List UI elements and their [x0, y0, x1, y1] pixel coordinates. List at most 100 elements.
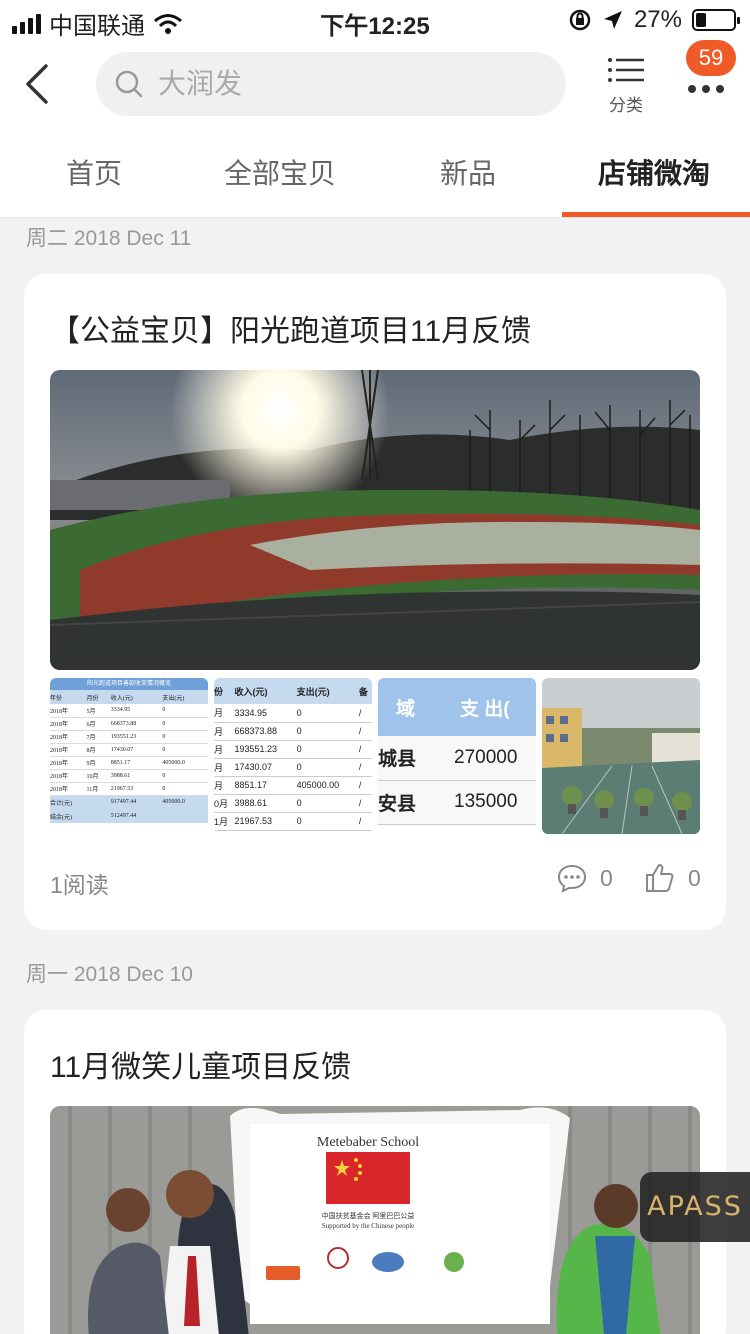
- like-count: 0: [688, 864, 701, 891]
- table-cell: 10月: [86, 774, 99, 780]
- table-cell: 21967.53: [234, 816, 273, 826]
- table-cell: 8851.17: [110, 759, 131, 766]
- post-card[interactable]: 11月微笑儿童项目反馈 Metebaber School 中国扶贫基金会 阿里巴…: [24, 1010, 726, 1334]
- category-button[interactable]: 分类: [596, 56, 656, 116]
- table-cell: 2018年: [50, 708, 69, 715]
- table-cell: 月: [214, 744, 224, 755]
- table-cell: 9月: [86, 761, 96, 767]
- like-button[interactable]: 0: [644, 862, 701, 894]
- table-title: 阳光跑道项目善款收支情况概览: [50, 678, 208, 690]
- search-box[interactable]: [96, 52, 566, 116]
- table-balance: 512497.44: [110, 813, 137, 819]
- table-cell: 17430.07: [234, 762, 273, 772]
- table-header: 备: [358, 686, 368, 697]
- apass-floating-button[interactable]: APASS: [640, 1172, 750, 1242]
- table-cell: 0: [162, 785, 166, 792]
- table-total-label: 合计(元): [50, 800, 72, 807]
- more-icon[interactable]: [680, 74, 732, 104]
- thumbnail-table-detail[interactable]: 份 收入(元) 支出(元) 备 月 3334.95 0/ 月 668373.88 0/ …: [214, 678, 372, 834]
- table-cell: 0: [296, 816, 302, 826]
- image-gallery: 阳光跑道项目善款收支情况概览 年份 月份 收入(元) 支出(元) 2018年 5月…: [50, 678, 700, 834]
- table-header: 域: [396, 698, 416, 720]
- table-header: 年份: [50, 695, 63, 702]
- comment-button[interactable]: 0: [556, 862, 613, 894]
- menu-list-icon: [608, 58, 644, 82]
- table-cell: 2018年: [50, 748, 69, 754]
- search-icon: [115, 70, 143, 98]
- table-cell: 0: [296, 762, 302, 772]
- battery-fill: [696, 13, 706, 27]
- thumbs-up-icon: [646, 864, 674, 892]
- back-icon[interactable]: [20, 62, 60, 106]
- table-balance-label: 结余(元): [50, 814, 72, 821]
- table-cell: 0: [162, 772, 166, 779]
- post-title[interactable]: 11月微笑儿童项目反馈: [50, 1042, 351, 1086]
- header: 分类 59: [0, 40, 750, 130]
- table-cell: 月: [214, 708, 224, 719]
- table-cell: 668373.88: [110, 720, 137, 727]
- donation-table: 年份 月份 收入(元) 支出(元) 2018年 5月 3334.95 0 2018年 6…: [50, 690, 208, 823]
- thumbnail-schoolyard-photo[interactable]: [542, 678, 700, 834]
- table-cell: /: [358, 816, 362, 826]
- table-cell: /: [358, 726, 362, 736]
- search-input[interactable]: [158, 68, 538, 100]
- table-cell: 8851.17: [234, 780, 268, 790]
- table-cell: 193551.23: [110, 733, 137, 740]
- table-cell: 2018年: [50, 787, 69, 793]
- post-cover-image[interactable]: Metebaber School 中国扶贫基金会 阿里巴巴公益 Supporte…: [50, 1106, 700, 1334]
- table-header: 月份: [86, 695, 99, 702]
- post-date: 周二 2018 Dec 11: [26, 227, 192, 250]
- banner-support: Supported by the Chinese people: [322, 1222, 415, 1230]
- read-count: 1阅读: [50, 872, 109, 898]
- table-cell: 城县: [378, 749, 417, 771]
- post-meta: 1阅读 0 0: [50, 864, 701, 898]
- notification-badge[interactable]: 59: [686, 40, 736, 76]
- table-cell: 270000: [454, 746, 518, 768]
- tab-home[interactable]: 首页: [66, 152, 122, 192]
- table-cell: 0: [162, 733, 166, 740]
- table-cell: 5月: [86, 708, 96, 715]
- table-cell: 安县: [378, 793, 417, 815]
- tab-weitao[interactable]: 店铺微淘: [598, 152, 710, 192]
- table-cell: 0月: [214, 798, 229, 809]
- banner-school-name: Metebaber School: [317, 1135, 419, 1150]
- comment-icon: [557, 864, 587, 893]
- comment-count: 0: [600, 864, 613, 891]
- table-cell: 11月: [86, 787, 99, 793]
- table-cell: 135000: [454, 791, 518, 812]
- thumbnail-table-overview[interactable]: 阳光跑道项目善款收支情况概览 年份 月份 收入(元) 支出(元) 2018年 5月…: [50, 678, 208, 834]
- table-header: 收入(元): [110, 695, 133, 702]
- table-cell: 0: [296, 707, 302, 718]
- table-cell: 8月: [86, 748, 96, 754]
- table-cell: 3988.61: [110, 772, 131, 779]
- table-cell: 193551.23: [234, 744, 278, 754]
- table-cell: 2018年: [50, 735, 69, 741]
- table-total-expense: 405000.0: [162, 799, 185, 806]
- schoolyard-photo: [542, 678, 700, 834]
- table-cell: 3334.95: [234, 707, 268, 718]
- table-header: 支出(元): [296, 686, 330, 697]
- page: 中国联通 下午12:25 27% 大润发 分类 59 首页 全部宝贝 新品 店铺…: [0, 0, 750, 1334]
- thumbnail-county-table[interactable]: 域 支 出( 城县 270000 安县 135000: [378, 678, 536, 834]
- post-title[interactable]: 【公益宝贝】阳光跑道项目11月反馈: [50, 306, 531, 350]
- post-date: 周一 2018 Dec 10: [26, 963, 193, 986]
- table-cell: 月: [214, 726, 224, 737]
- table-cell: /: [358, 780, 362, 790]
- table-header: 份: [214, 686, 224, 697]
- tab-all-items[interactable]: 全部宝贝: [224, 152, 336, 192]
- rotation-lock-icon: [569, 9, 591, 31]
- status-bar: 中国联通 下午12:25 27%: [0, 0, 750, 40]
- battery-percent: 27%: [633, 6, 682, 33]
- post-cover-image[interactable]: [50, 370, 700, 670]
- table-cell: 月: [214, 780, 224, 791]
- table-cell: /: [358, 707, 362, 718]
- donation-table-zoom: 份 收入(元) 支出(元) 备 月 3334.95 0/ 月 668373.88 0/ …: [214, 678, 372, 831]
- table-cell: 0: [296, 798, 302, 808]
- school-banner-photo: Metebaber School 中国扶贫基金会 阿里巴巴公益 Supporte…: [50, 1106, 700, 1334]
- location-arrow-icon: [603, 11, 622, 29]
- table-header: 收入(元): [234, 686, 268, 697]
- table-cell: /: [358, 798, 362, 808]
- table-cell: 405000.0: [162, 759, 185, 766]
- post-card[interactable]: 【公益宝贝】阳光跑道项目11月反馈 阳光跑道项目善款收支情况概览 年份 月份 收…: [24, 274, 726, 930]
- tab-new[interactable]: 新品: [440, 152, 496, 192]
